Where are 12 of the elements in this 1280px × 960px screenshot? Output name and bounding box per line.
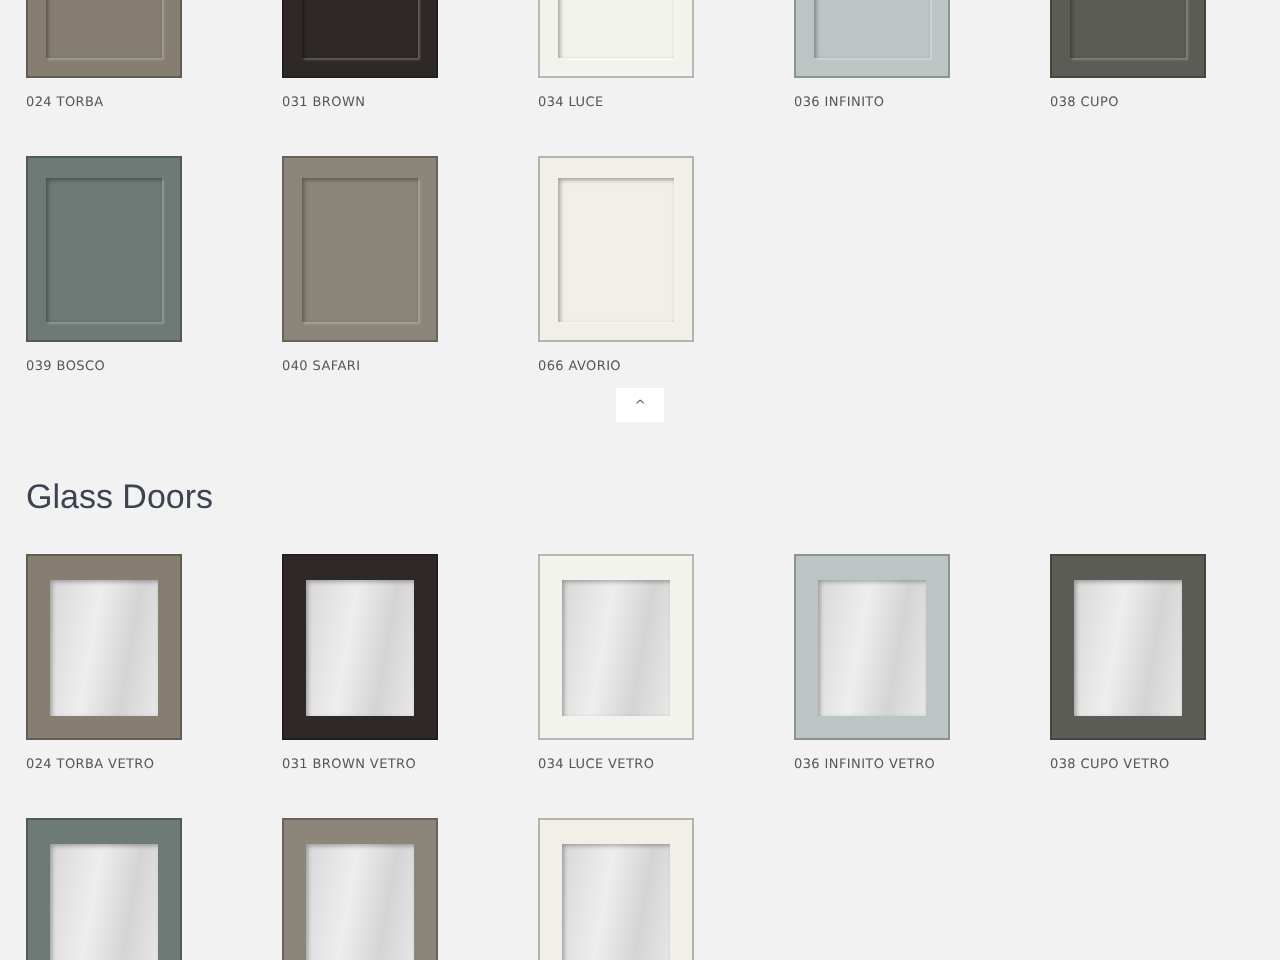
- glass-door-swatch[interactable]: [282, 554, 438, 740]
- door-swatch[interactable]: [538, 156, 694, 342]
- glass-door-swatch[interactable]: [26, 818, 182, 960]
- glass-door-swatch[interactable]: [538, 818, 694, 960]
- glass-door-swatch[interactable]: [538, 554, 694, 740]
- glass-door-swatch[interactable]: [1050, 554, 1206, 740]
- door-swatch[interactable]: [282, 156, 438, 342]
- glass-door-swatch[interactable]: [794, 554, 950, 740]
- section-heading: Glass Doors: [26, 478, 216, 518]
- door-swatch[interactable]: [26, 156, 182, 342]
- glass-door-swatch[interactable]: [282, 818, 438, 960]
- glass-door-swatch[interactable]: [26, 554, 182, 740]
